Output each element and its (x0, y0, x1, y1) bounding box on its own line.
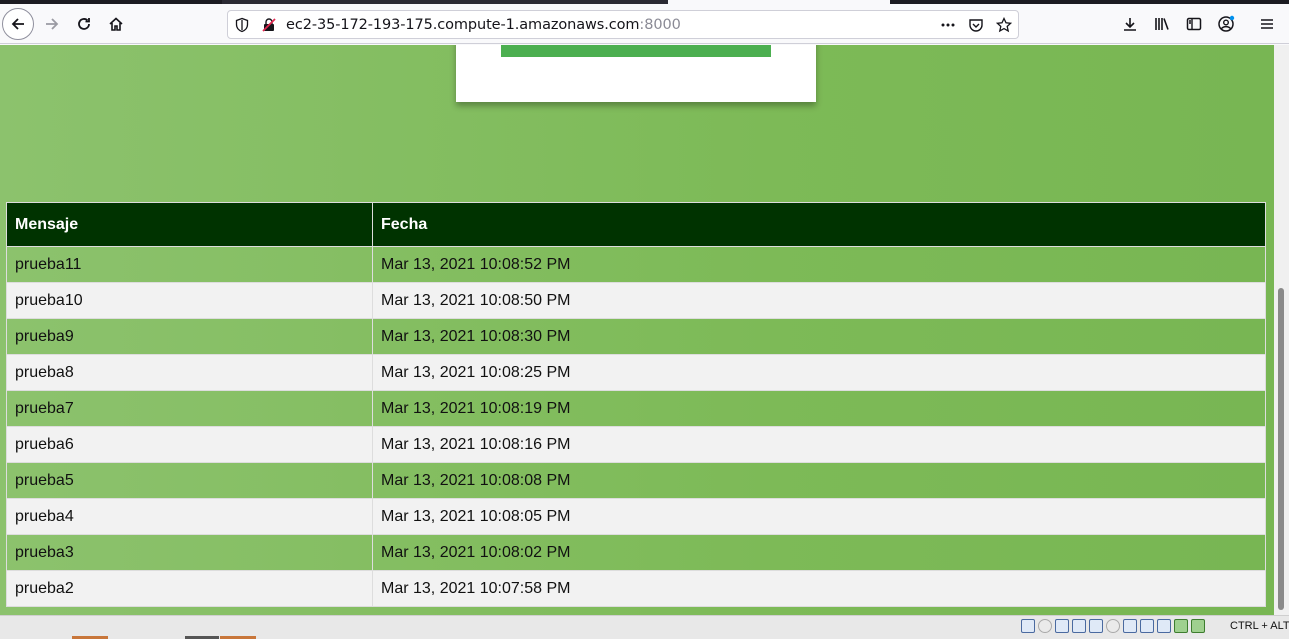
library-icon (1155, 18, 1169, 30)
sidebar-button[interactable] (1178, 8, 1210, 40)
vm-status-bar: CTRL + ALT (0, 615, 1289, 639)
virtualization-icon[interactable] (1157, 619, 1171, 633)
pocket-icon[interactable] (967, 16, 985, 34)
back-button[interactable] (2, 8, 34, 40)
messages-table: Mensaje Fecha prueba11 Mar 13, 2021 10:0… (6, 202, 1266, 607)
fecha-cell: Mar 13, 2021 10:08:50 PM (372, 282, 1266, 319)
audio-icon[interactable] (1055, 619, 1069, 633)
url-port: :8000 (639, 17, 681, 33)
back-icon (11, 18, 24, 30)
keyboard-capture-icon[interactable] (1191, 619, 1205, 633)
fecha-cell: Mar 13, 2021 10:08:30 PM (372, 318, 1266, 355)
submit-button[interactable] (501, 45, 771, 57)
mensaje-cell: prueba2 (6, 570, 373, 607)
mensaje-cell: prueba7 (6, 390, 373, 427)
table-row: prueba3 Mar 13, 2021 10:08:02 PM (6, 534, 1266, 571)
fecha-cell: Mar 13, 2021 10:08:16 PM (372, 426, 1266, 463)
library-button[interactable] (1146, 8, 1178, 40)
url-text[interactable]: ec2-35-172-193-175.compute-1.amazonaws.c… (286, 17, 681, 33)
table-row: prueba10 Mar 13, 2021 10:08:50 PM (6, 282, 1266, 319)
host-key-label: CTRL + ALT (1230, 620, 1289, 632)
table-row: prueba6 Mar 13, 2021 10:08:16 PM (6, 426, 1266, 463)
mensaje-cell: prueba8 (6, 354, 373, 391)
fecha-cell: Mar 13, 2021 10:08:25 PM (372, 354, 1266, 391)
insecure-lock-icon[interactable] (260, 16, 278, 34)
url-bar[interactable]: ec2-35-172-193-175.compute-1.amazonaws.c… (227, 10, 1019, 39)
mensaje-cell: prueba5 (6, 462, 373, 499)
reload-button[interactable] (68, 8, 100, 40)
table-row: prueba7 Mar 13, 2021 10:08:19 PM (6, 390, 1266, 427)
home-button[interactable] (100, 8, 132, 40)
table-row: prueba11 Mar 13, 2021 10:08:52 PM (6, 246, 1266, 283)
column-header-mensaje: Mensaje (6, 202, 373, 247)
table-header-row: Mensaje Fecha (6, 202, 1266, 247)
mensaje-cell: prueba11 (6, 246, 373, 283)
form-card (456, 45, 816, 102)
recording-icon[interactable] (1140, 619, 1154, 633)
usb-icon[interactable] (1089, 619, 1103, 633)
shared-folder-icon[interactable] (1106, 619, 1120, 633)
table-row: prueba9 Mar 13, 2021 10:08:30 PM (6, 318, 1266, 355)
download-icon (1124, 18, 1136, 31)
menu-icon (1261, 19, 1273, 29)
page-content: Mensaje Fecha prueba11 Mar 13, 2021 10:0… (0, 45, 1274, 615)
network-icon[interactable] (1072, 619, 1086, 633)
fecha-cell: Mar 13, 2021 10:07:58 PM (372, 570, 1266, 607)
fecha-cell: Mar 13, 2021 10:08:19 PM (372, 390, 1266, 427)
column-header-fecha: Fecha (372, 202, 1266, 247)
mensaje-cell: prueba4 (6, 498, 373, 535)
table-row: prueba2 Mar 13, 2021 10:07:58 PM (6, 570, 1266, 607)
url-host: ec2-35-172-193-175.compute-1.amazonaws.c… (286, 17, 640, 33)
optical-drive-icon[interactable] (1038, 619, 1052, 633)
fecha-cell: Mar 13, 2021 10:08:02 PM (372, 534, 1266, 571)
browser-toolbar: ec2-35-172-193-175.compute-1.amazonaws.c… (0, 4, 1289, 44)
vertical-scrollbar[interactable] (1274, 45, 1289, 615)
vm-device-icons (1021, 619, 1205, 633)
forward-button[interactable] (36, 8, 68, 40)
scrollbar-thumb[interactable] (1278, 288, 1284, 610)
account-icon (1218, 15, 1235, 32)
mouse-integration-icon[interactable] (1174, 619, 1188, 633)
more-icon[interactable] (939, 16, 957, 34)
bookmark-star-icon[interactable] (995, 16, 1013, 34)
table-row: prueba4 Mar 13, 2021 10:08:05 PM (6, 498, 1266, 535)
reload-icon (78, 18, 90, 30)
fecha-cell: Mar 13, 2021 10:08:52 PM (372, 246, 1266, 283)
mensaje-cell: prueba9 (6, 318, 373, 355)
menu-button[interactable] (1251, 8, 1283, 40)
shield-icon[interactable] (233, 16, 251, 34)
home-icon (109, 17, 123, 31)
sidebar-icon (1186, 17, 1202, 31)
display-icon[interactable] (1123, 619, 1137, 633)
table-row: prueba8 Mar 13, 2021 10:08:25 PM (6, 354, 1266, 391)
mensaje-cell: prueba3 (6, 534, 373, 571)
fecha-cell: Mar 13, 2021 10:08:08 PM (372, 462, 1266, 499)
download-button[interactable] (1114, 8, 1146, 40)
forward-icon (46, 18, 59, 30)
account-button[interactable] (1210, 8, 1242, 40)
mensaje-cell: prueba10 (6, 282, 373, 319)
mensaje-cell: prueba6 (6, 426, 373, 463)
fecha-cell: Mar 13, 2021 10:08:05 PM (372, 498, 1266, 535)
table-row: prueba5 Mar 13, 2021 10:08:08 PM (6, 462, 1266, 499)
hard-disk-icon[interactable] (1021, 619, 1035, 633)
